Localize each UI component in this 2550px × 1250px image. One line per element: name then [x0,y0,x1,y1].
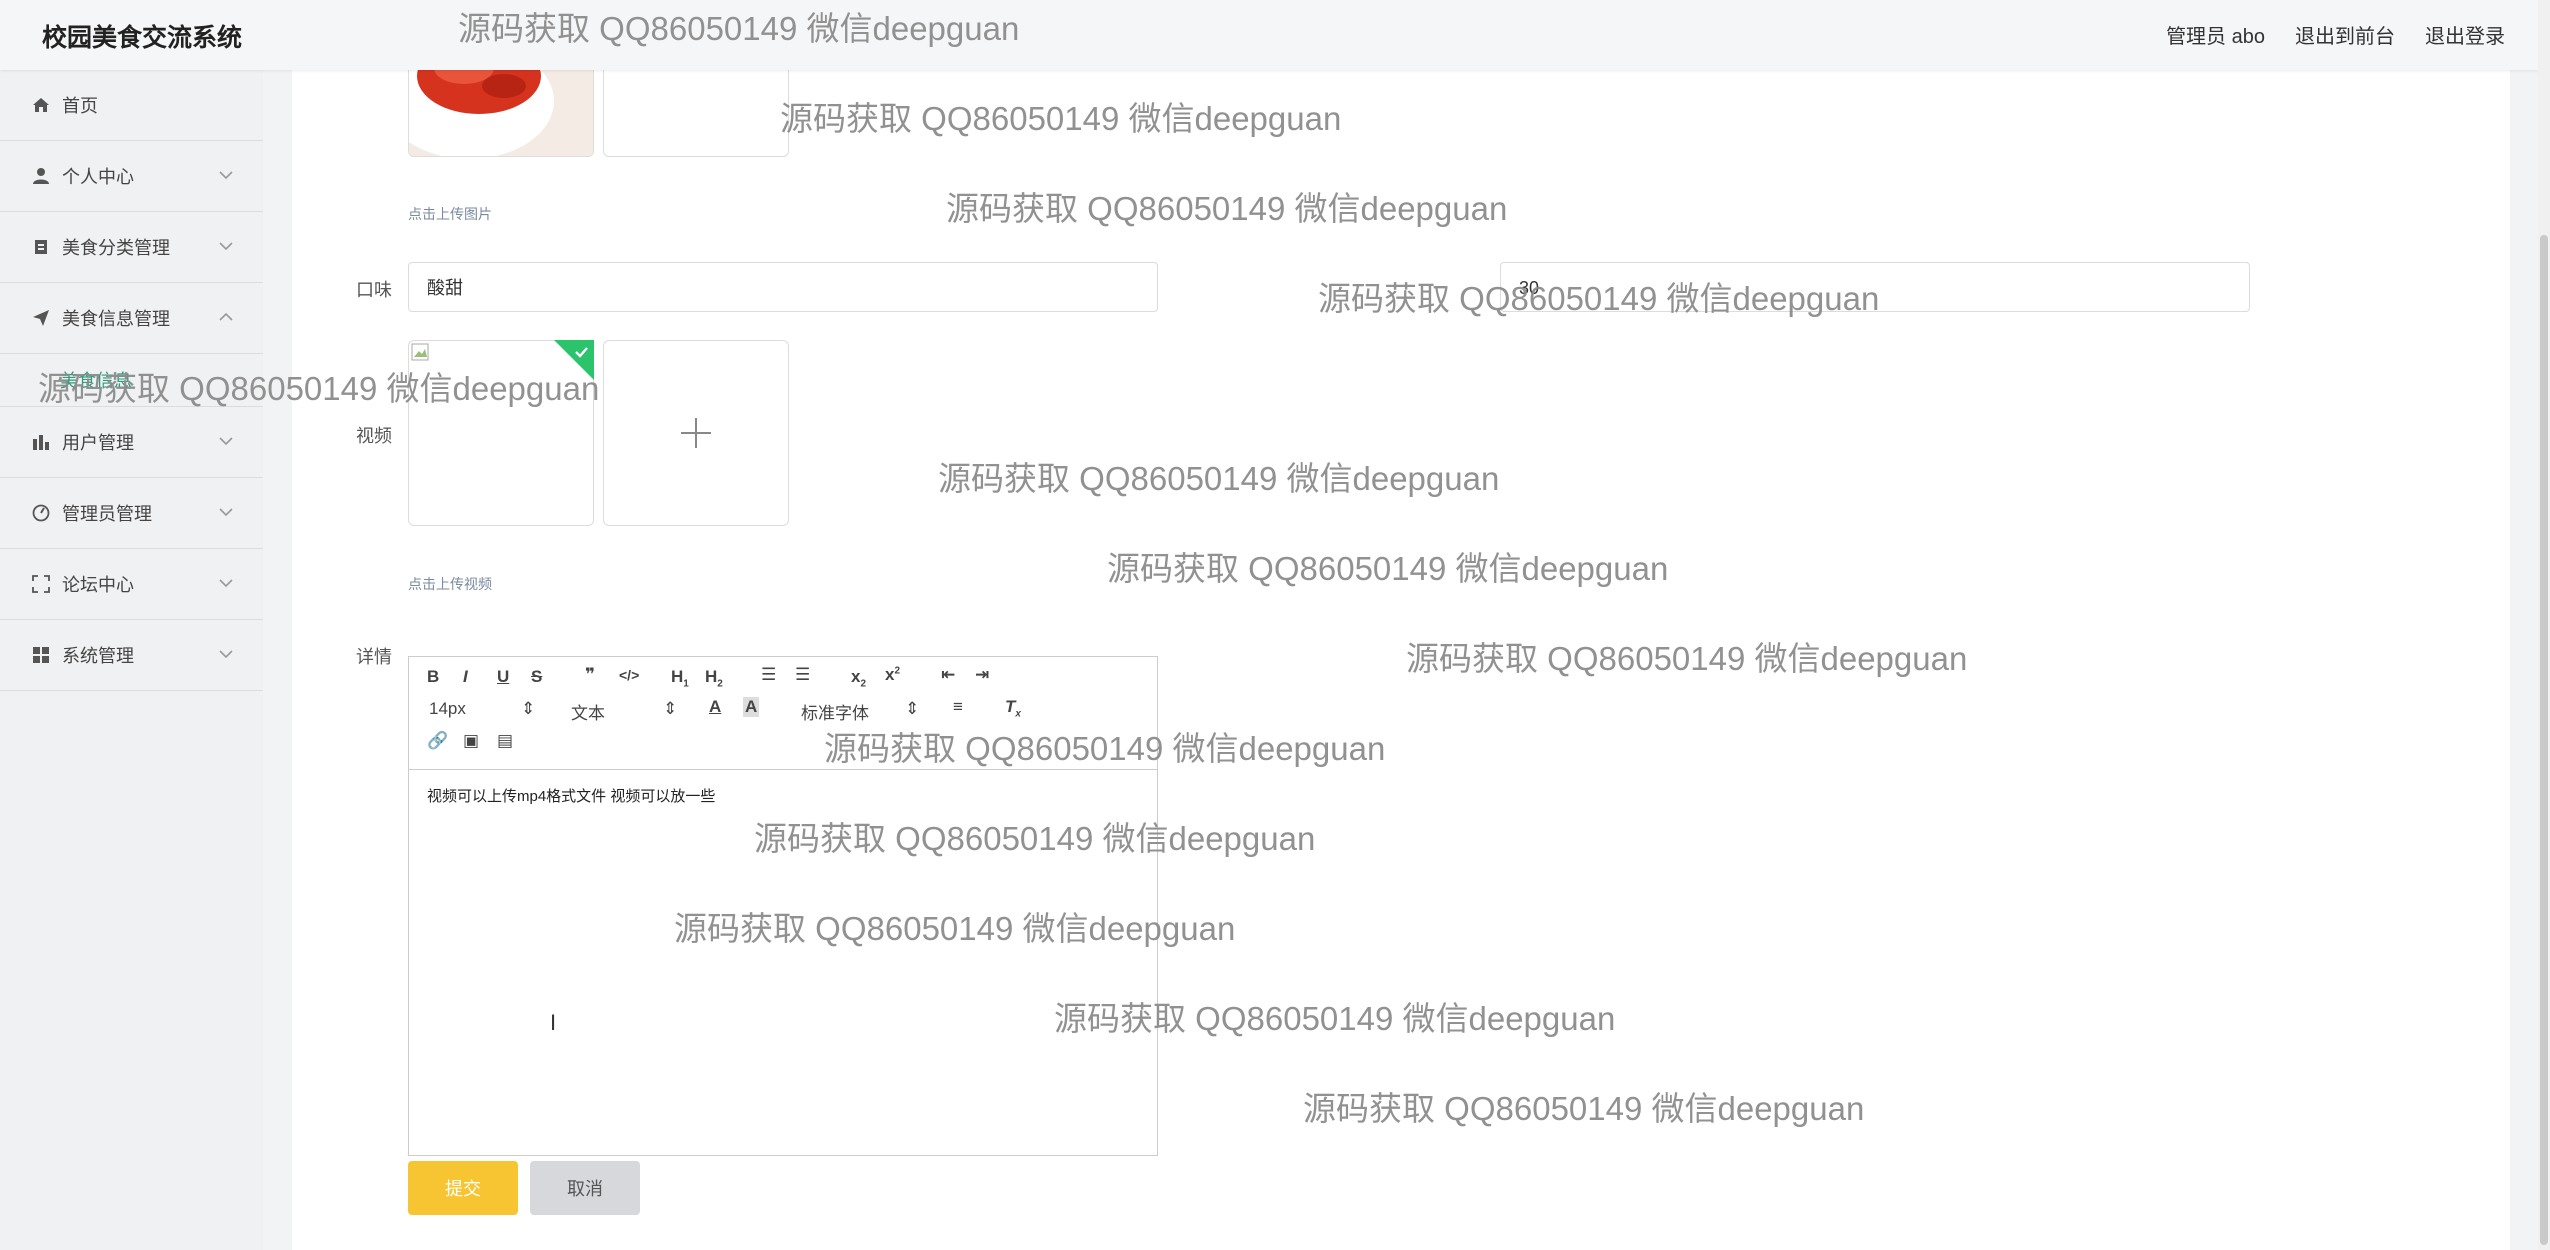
sidebar-item-admins[interactable]: 管理员管理 [0,478,263,549]
grid-icon [30,644,52,666]
watermark-text: 源码获取 QQ86050149 微信deepguan [458,10,1020,47]
strike-icon[interactable]: S [531,667,542,687]
video-label: 视频 [356,426,392,446]
sidebar-item-label: 用户管理 [62,433,134,453]
font-size-select[interactable]: 14px [429,699,466,719]
h2-icon[interactable]: H2 [705,667,723,689]
h1-icon[interactable]: H1 [671,667,689,689]
app-title: 校园美食交流系统 [42,24,243,52]
watermark-text: 源码获取 QQ86050149 微信deepguan [38,370,600,407]
watermark-text: 源码获取 QQ86050149 微信deepguan [1054,1000,1616,1037]
select-arrows-icon: ⇕ [905,699,920,718]
watermark-text: 源码获取 QQ86050149 微信deepguan [946,190,1508,227]
link-icon[interactable]: 🔗 [427,731,448,751]
font-family-select[interactable]: 标准字体 [801,699,869,724]
select-arrows-icon: ⇕ [521,699,536,718]
watermark-text: 源码获取 QQ86050149 微信deepguan [1406,640,1968,677]
broken-image-icon [411,343,429,361]
bar-chart-icon [30,431,52,453]
chevron-down-icon [219,437,233,446]
sidebar-item-label: 个人中心 [62,167,134,187]
chevron-down-icon [219,508,233,517]
text-color-icon[interactable]: A [709,697,721,717]
subscript-icon[interactable]: x2 [851,667,866,689]
watermark-text: 源码获取 QQ86050149 微信deepguan [1303,1090,1865,1127]
scrollbar[interactable] [2538,0,2550,1250]
header-links: 管理员 abo 退出到前台 退出登录 [2166,20,2505,49]
watermark-text: 源码获取 QQ86050149 微信deepguan [780,100,1342,137]
ordered-list-icon[interactable]: ☰ [761,665,776,685]
sidebar-item-home[interactable]: 首页 [0,70,263,141]
quote-icon[interactable]: ❞ [585,665,595,685]
submit-button[interactable]: 提交 [408,1161,518,1215]
sidebar-item-forum[interactable]: 论坛中心 [0,549,263,620]
code-icon[interactable]: </> [619,667,639,683]
detail-label: 详情 [356,647,392,667]
top-header: 校园美食交流系统 管理员 abo 退出到前台 退出登录 [0,0,2550,70]
scrollbar-thumb[interactable] [2540,235,2548,1245]
chevron-down-icon [219,242,233,251]
category-icon [30,236,52,258]
dashboard-icon [30,502,52,524]
watermark-text: 源码获取 QQ86050149 微信deepguan [1318,280,1880,317]
outdent-icon[interactable]: ⇤ [941,665,955,685]
taste-input[interactable]: 酸甜 [408,262,1158,312]
chevron-up-icon [219,312,233,321]
sidebar-item-profile[interactable]: 个人中心 [0,141,263,212]
sidebar-item-label: 论坛中心 [62,575,134,595]
bullet-list-icon[interactable]: ☰ [795,665,810,685]
bold-icon[interactable]: B [427,667,439,687]
sidebar-item-label: 美食信息管理 [62,309,170,329]
expand-icon [30,573,52,595]
select-arrows-icon: ⇕ [663,699,678,718]
sidebar-item-system[interactable]: 系统管理 [0,620,263,691]
sidebar-item-food-info[interactable]: 美食信息管理 [0,283,263,354]
sidebar-item-label: 美食分类管理 [62,238,170,258]
sidebar-item-users[interactable]: 用户管理 [0,407,263,478]
sidebar-item-label: 管理员管理 [62,504,152,524]
logout-link[interactable]: 退出登录 [2425,20,2505,49]
editor-content[interactable]: 视频可以上传mp4格式文件 视频可以放一些 [427,785,715,806]
back-to-front-link[interactable]: 退出到前台 [2295,20,2395,49]
sidebar-item-label: 系统管理 [62,646,134,666]
watermark-text: 源码获取 QQ86050149 微信deepguan [674,910,1236,947]
video-upload-hint: 点击上传视频 [408,576,492,592]
chevron-down-icon [219,579,233,588]
image-icon[interactable]: ▣ [463,731,479,751]
admin-user-label: 管理员 abo [2166,26,2265,48]
paragraph-select[interactable]: 文本 [571,699,605,724]
taste-label: 口味 [356,280,392,300]
italic-icon[interactable]: I [463,667,468,687]
watermark-text: 源码获取 QQ86050149 微信deepguan [824,730,1386,767]
chevron-down-icon [219,171,233,180]
underline-icon[interactable]: U [497,667,509,687]
video-icon[interactable]: ▤ [497,731,513,751]
send-icon [30,307,52,329]
home-icon [30,94,52,116]
video-upload-box[interactable] [603,340,789,526]
text-cursor-icon: I [550,1010,557,1035]
plus-icon [681,418,711,448]
chevron-down-icon [219,650,233,659]
sidebar-item-category[interactable]: 美食分类管理 [0,212,263,283]
background-color-icon[interactable]: A [743,697,760,717]
superscript-icon[interactable]: x2 [885,665,900,685]
watermark-text: 源码获取 QQ86050149 微信deepguan [938,460,1500,497]
indent-icon[interactable]: ⇥ [975,665,989,685]
image-upload-hint: 点击上传图片 [408,206,492,222]
watermark-text: 源码获取 QQ86050149 微信deepguan [754,820,1316,857]
user-icon [30,165,52,187]
sidebar-item-label: 首页 [62,96,98,116]
cancel-button[interactable]: 取消 [530,1161,640,1215]
clear-format-icon[interactable]: Tx [1005,697,1021,719]
sidebar: 首页 个人中心 美食分类管理 美食信息管理 美食信息 用户管理 管理员管理 论坛… [0,70,263,1250]
watermark-text: 源码获取 QQ86050149 微信deepguan [1107,550,1669,587]
align-icon[interactable]: ≡ [953,697,963,717]
